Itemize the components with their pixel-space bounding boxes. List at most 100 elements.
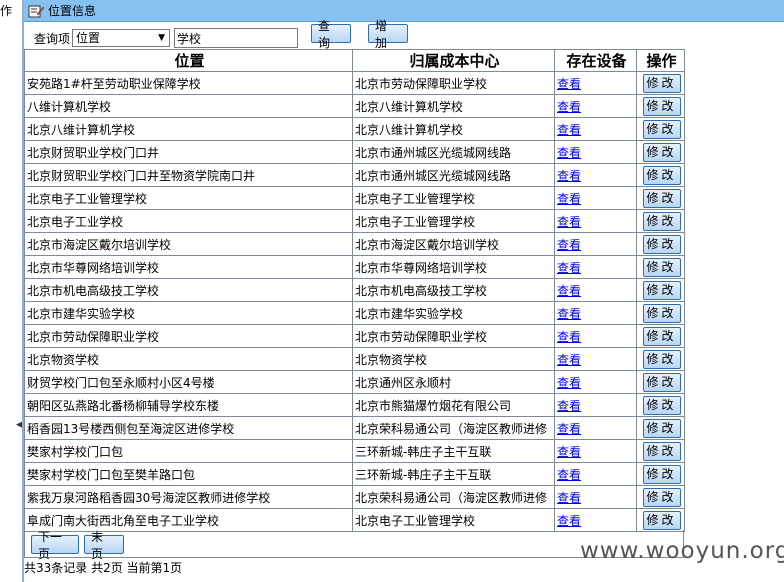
table-row: 北京市劳动保障职业学校 北京市劳动保障职业学校 查看 修改 <box>24 324 685 348</box>
search-bar: 查询项 位置 ▼ <box>34 27 299 49</box>
edit-button[interactable]: 修改 <box>642 257 681 277</box>
view-devices-link[interactable]: 查看 <box>557 376 581 390</box>
cell-cost-center: 北京物资学校 <box>352 347 555 371</box>
cell-location: 北京物资学校 <box>24 347 353 371</box>
edit-button[interactable]: 修改 <box>642 303 681 323</box>
table-row: 稻香园13号楼西侧包至海淀区进修学校 北京荣科易通公司（海淀区教师进修 查看 修改 <box>24 416 685 440</box>
cell-location: 八维计算机学校 <box>24 94 353 118</box>
table-row: 紫我万泉河路稻香园30号海淀区教师进修学校 北京荣科易通公司（海淀区教师进修 查看 修… <box>24 485 685 509</box>
edit-button[interactable]: 修改 <box>642 165 681 185</box>
edit-button[interactable]: 修改 <box>642 234 681 254</box>
cell-cost-center: 北京市熊猫爆竹烟花有限公司 <box>352 393 555 417</box>
view-devices-link[interactable]: 查看 <box>557 100 581 114</box>
cell-action: 修改 <box>636 163 685 187</box>
cell-device: 查看 <box>554 278 637 302</box>
view-devices-link[interactable]: 查看 <box>557 261 581 275</box>
cell-device: 查看 <box>554 301 637 325</box>
panel-title: 位置信息 <box>48 4 97 18</box>
edit-button[interactable]: 修改 <box>642 418 681 438</box>
cell-device: 查看 <box>554 324 637 348</box>
search-field-label: 查询项 <box>34 31 71 46</box>
view-devices-link[interactable]: 查看 <box>557 123 581 137</box>
view-devices-link[interactable]: 查看 <box>557 192 581 206</box>
edit-button[interactable]: 修改 <box>642 119 681 139</box>
cell-action: 修改 <box>636 301 685 325</box>
edit-button[interactable]: 修改 <box>642 395 681 415</box>
cell-action: 修改 <box>636 485 685 509</box>
cell-cost-center: 北京电子工业管理学校 <box>352 186 555 210</box>
cell-location: 朝阳区弘燕路北番杨柳辅导学校东楼 <box>24 393 353 417</box>
view-devices-link[interactable]: 查看 <box>557 422 581 436</box>
cell-device: 查看 <box>554 94 637 118</box>
edit-button[interactable]: 修改 <box>642 211 681 231</box>
view-devices-link[interactable]: 查看 <box>557 146 581 160</box>
table-body: 安苑路1#杆至劳动职业保障学校 北京市劳动保障职业学校 查看 修改 八维计算机学校 北京八… <box>24 71 685 532</box>
cell-device: 查看 <box>554 416 637 440</box>
edit-button[interactable]: 修改 <box>642 441 681 461</box>
table-row: 北京市机电高级技工学校 北京市机电高级技工学校 查看 修改 <box>24 278 685 302</box>
view-devices-link[interactable]: 查看 <box>557 353 581 367</box>
view-devices-link[interactable]: 查看 <box>557 307 581 321</box>
edit-button[interactable]: 修改 <box>642 280 681 300</box>
cell-device: 查看 <box>554 255 637 279</box>
edit-button[interactable]: 修改 <box>642 188 681 208</box>
location-table: 位置 归属成本中心 存在设备 操作 安苑路1#杆至劳动职业保障学校 北京市劳动保障… <box>24 49 685 532</box>
edit-note-icon <box>28 5 44 17</box>
edit-button[interactable]: 修改 <box>642 96 681 116</box>
table-row: 北京财贸职业学校门口井 北京市通州城区光缆城网线路 查看 修改 <box>24 140 685 164</box>
add-button[interactable]: 增加 <box>368 19 408 50</box>
view-devices-link[interactable]: 查看 <box>557 169 581 183</box>
last-page-button[interactable]: 末页 <box>84 530 124 561</box>
edit-button[interactable]: 修改 <box>642 326 681 346</box>
edit-button[interactable]: 修改 <box>642 510 681 530</box>
cell-action: 修改 <box>636 324 685 348</box>
cell-action: 修改 <box>636 508 685 532</box>
view-devices-link[interactable]: 查看 <box>557 399 581 413</box>
edit-button[interactable]: 修改 <box>642 142 681 162</box>
table-row: 朝阳区弘燕路北番杨柳辅导学校东楼 北京市熊猫爆竹烟花有限公司 查看 修改 <box>24 393 685 417</box>
column-header-device: 存在设备 <box>554 49 637 72</box>
cell-location: 北京财贸职业学校门口井 <box>24 140 353 164</box>
edit-button[interactable]: 修改 <box>642 349 681 369</box>
search-field-select[interactable]: 位置 ▼ <box>72 29 171 47</box>
next-page-button[interactable]: 下一页 <box>31 530 79 561</box>
view-devices-link[interactable]: 查看 <box>557 284 581 298</box>
cell-cost-center: 北京八维计算机学校 <box>352 94 555 118</box>
table-row: 北京市建华实验学校 北京市建华实验学校 查看 修改 <box>24 301 685 325</box>
cell-location: 北京电子工业管理学校 <box>24 186 353 210</box>
view-devices-link[interactable]: 查看 <box>557 514 581 528</box>
panel-titlebar: 位置信息 <box>24 0 784 22</box>
view-devices-link[interactable]: 查看 <box>557 330 581 344</box>
table-row: 樊家村学校门口包 三环新城-韩庄子主干互联 查看 修改 <box>24 439 685 463</box>
cell-location: 北京市建华实验学校 <box>24 301 353 325</box>
cell-cost-center: 三环新城-韩庄子主干互联 <box>352 439 555 463</box>
column-header-action: 操作 <box>636 49 685 72</box>
view-devices-link[interactable]: 查看 <box>557 445 581 459</box>
edit-button[interactable]: 修改 <box>642 464 681 484</box>
query-button[interactable]: 查询 <box>311 19 351 50</box>
edit-button[interactable]: 修改 <box>642 73 681 93</box>
left-frame-gutter: 作 ◀ <box>0 0 23 582</box>
cell-location: 樊家村学校门口包至樊羊路口包 <box>24 462 353 486</box>
dropdown-arrow-icon: ▼ <box>158 33 166 43</box>
view-devices-link[interactable]: 查看 <box>557 215 581 229</box>
cell-cost-center: 北京市通州城区光缆城网线路 <box>352 140 555 164</box>
view-devices-link[interactable]: 查看 <box>557 238 581 252</box>
table-row: 樊家村学校门口包至樊羊路口包 三环新城-韩庄子主干互联 查看 修改 <box>24 462 685 486</box>
cell-location: 安苑路1#杆至劳动职业保障学校 <box>24 71 353 95</box>
table-row: 北京财贸职业学校门口井至物资学院南口井 北京市通州城区光缆城网线路 查看 修改 <box>24 163 685 187</box>
view-devices-link[interactable]: 查看 <box>557 468 581 482</box>
cell-action: 修改 <box>636 94 685 118</box>
cell-cost-center: 北京电子工业管理学校 <box>352 508 555 532</box>
cell-device: 查看 <box>554 485 637 509</box>
cell-cost-center: 北京市建华实验学校 <box>352 301 555 325</box>
edit-button[interactable]: 修改 <box>642 487 681 507</box>
table-row: 八维计算机学校 北京八维计算机学校 查看 修改 <box>24 94 685 118</box>
cell-cost-center: 北京市劳动保障职业学校 <box>352 324 555 348</box>
view-devices-link[interactable]: 查看 <box>557 491 581 505</box>
table-row: 北京电子工业管理学校 北京电子工业管理学校 查看 修改 <box>24 186 685 210</box>
edit-button[interactable]: 修改 <box>642 372 681 392</box>
search-keyword-input[interactable] <box>174 28 299 48</box>
view-devices-link[interactable]: 查看 <box>557 77 581 91</box>
cell-device: 查看 <box>554 232 637 256</box>
